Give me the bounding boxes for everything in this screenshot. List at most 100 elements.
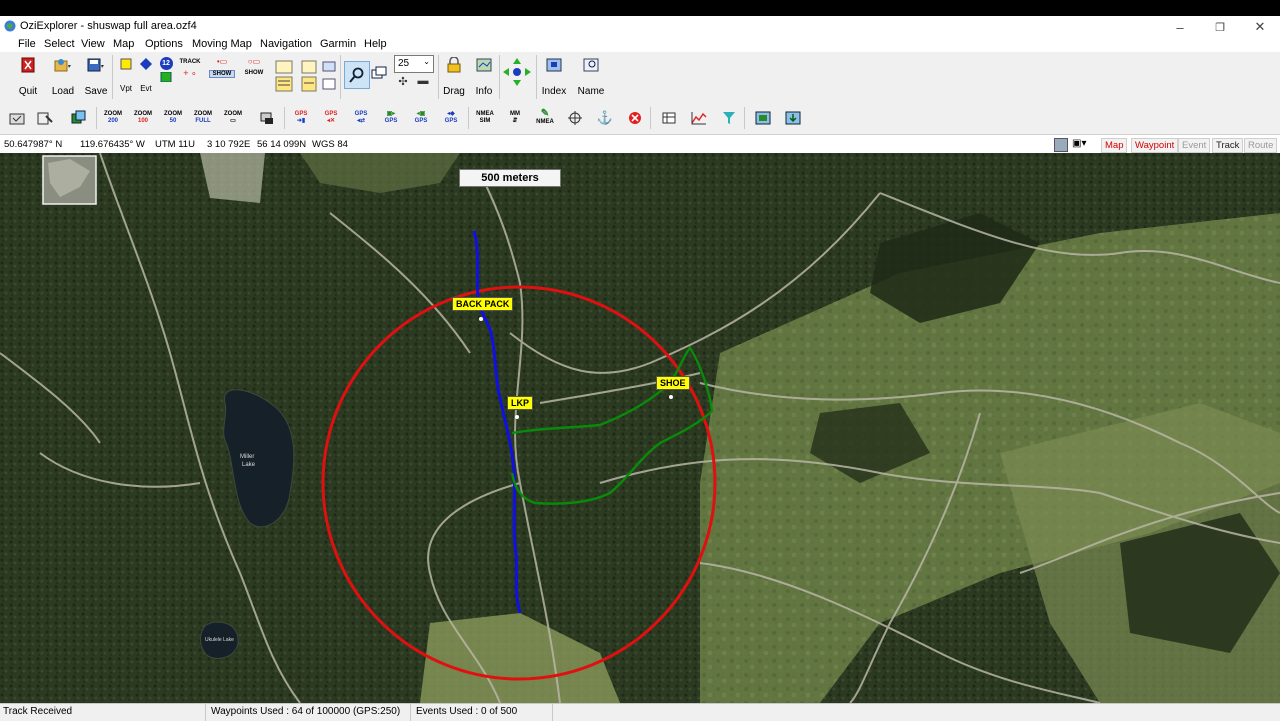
waypoint-label-shoe[interactable]: SHOE: [656, 376, 690, 390]
gps-label: GPS: [384, 118, 398, 124]
route-arrow-icon: ◂⇄: [356, 118, 366, 124]
map-grid-button[interactable]: [272, 57, 296, 97]
waypoints-used: Waypoints Used : 64 of 100000 (GPS:250): [211, 706, 401, 717]
menu-options[interactable]: Options: [145, 38, 183, 50]
ozi-window: OziExplorer - shuswap full area.ozf4 – ❐…: [0, 16, 1280, 721]
toolbar-separator: [536, 55, 537, 99]
show2-button[interactable]: ○▭ SHOW: [240, 55, 268, 99]
gps-route-button[interactable]: GPS ◂⇄: [350, 108, 372, 128]
app-globe-icon: [4, 20, 16, 32]
menu-moving-map[interactable]: Moving Map: [192, 38, 252, 50]
zoom-full-label-1: ZOOM: [194, 111, 212, 117]
menu-view[interactable]: View: [81, 38, 105, 50]
gps-waypoint-upload-button[interactable]: GPS ➜▮: [290, 108, 312, 128]
track-down-icon: ◂▣: [416, 111, 426, 117]
quit-door-icon: [21, 57, 35, 73]
load-button[interactable]: Load: [48, 55, 78, 99]
menu-navigation[interactable]: Navigation: [260, 38, 312, 50]
vpt-button[interactable]: Vpt: [116, 55, 136, 99]
map-list-button[interactable]: [298, 57, 320, 97]
menu-map[interactable]: Map: [113, 38, 134, 50]
nmea-label: NMEA: [536, 119, 554, 125]
name-search-icon: [583, 58, 599, 72]
gps-waypoint-download-button[interactable]: GPS ◂✕: [320, 108, 342, 128]
show-button[interactable]: •▭ SHOW: [208, 55, 236, 99]
menu-garmin[interactable]: Garmin: [320, 38, 356, 50]
map-picture-button[interactable]: [1054, 138, 1068, 152]
track-button[interactable]: TRACK + ∘: [177, 55, 203, 99]
mode-waypoint-button[interactable]: Waypoint: [1131, 138, 1179, 153]
maximize-button[interactable]: ❐: [1200, 16, 1240, 38]
zoom-100-button[interactable]: ZOOM 100: [132, 108, 154, 128]
gps-track-download-button[interactable]: ◂▣ GPS: [410, 108, 432, 128]
toolbar-separator: [340, 55, 341, 99]
gps-event-button[interactable]: ◂◆ GPS: [440, 108, 462, 128]
center-button[interactable]: [564, 108, 586, 128]
info-button[interactable]: Info: [471, 55, 497, 99]
waypoint-label-backpack[interactable]: BACK PACK: [452, 297, 514, 311]
zoom-50-label-2: 50: [169, 118, 177, 124]
window-overlay-button[interactable]: [370, 63, 388, 85]
name-button[interactable]: Name: [577, 55, 605, 99]
zoom-200-button[interactable]: ZOOM 200: [102, 108, 124, 128]
waypoint-label-lkp[interactable]: LKP: [507, 396, 533, 410]
print-button[interactable]: [256, 108, 278, 128]
toolbar-separator: [650, 107, 651, 129]
map-check-button[interactable]: [6, 108, 28, 128]
mode-route-button[interactable]: Route: [1244, 138, 1278, 153]
title-bar: OziExplorer - shuswap full area.ozf4 – ❐…: [0, 16, 1280, 38]
nmea-pen-button[interactable]: ✎ NMEA: [534, 108, 556, 128]
name-label: Name: [577, 86, 605, 97]
zoom-full-button[interactable]: ZOOM FULL: [192, 108, 214, 128]
zoom-200-label-2: 200: [107, 118, 118, 124]
status-bar: Track Received Waypoints Used : 64 of 10…: [0, 703, 1280, 721]
menu-file[interactable]: File: [18, 38, 36, 50]
zoom-out-button[interactable]: ▬: [416, 75, 430, 89]
track-select-button[interactable]: 12: [157, 55, 175, 99]
save-button[interactable]: Save: [81, 55, 111, 99]
zoom-200-label-1: ZOOM: [104, 111, 122, 117]
move-map-button[interactable]: [68, 108, 90, 128]
route-dots-icon: •▭: [216, 57, 228, 66]
toolbar-separator: [284, 107, 285, 129]
mode-map-button[interactable]: Map: [1101, 138, 1128, 153]
zoom-select[interactable]: 25 ⌄: [394, 55, 434, 73]
minimize-button[interactable]: –: [1160, 16, 1200, 38]
evt-button[interactable]: Evt: [137, 55, 155, 99]
pan-arrows-button[interactable]: [502, 57, 532, 87]
drag-button[interactable]: Drag: [441, 55, 467, 99]
zoom-button[interactable]: ZOOM ▭: [222, 108, 244, 128]
print-toggle-button[interactable]: ▣▾: [1072, 138, 1094, 150]
stop-button[interactable]: [624, 108, 646, 128]
map-canvas[interactable]: Miller Lake Ukulele Lake 500 meters BACK…: [0, 153, 1280, 703]
mode-event-button[interactable]: Event: [1178, 138, 1211, 153]
mode-track-button[interactable]: Track: [1212, 138, 1244, 153]
zoom-50-label-1: ZOOM: [164, 111, 182, 117]
toolbar-separator: [468, 107, 469, 129]
track-up-icon: ▣▸: [386, 111, 396, 117]
menu-select[interactable]: Select: [44, 38, 75, 50]
index-button[interactable]: Index: [540, 55, 568, 99]
elevation-table-button[interactable]: [658, 108, 680, 128]
map-overview-button[interactable]: [320, 57, 338, 97]
show2-label: SHOW: [244, 70, 264, 76]
gps-label: GPS: [324, 111, 338, 117]
quit-button[interactable]: Quit: [14, 55, 42, 99]
elevation-graph-button[interactable]: [688, 108, 710, 128]
track-number-badge: 12: [159, 57, 173, 70]
zoom-50-button[interactable]: ZOOM 50: [162, 108, 184, 128]
find-map-button[interactable]: [34, 108, 56, 128]
menu-help[interactable]: Help: [364, 38, 387, 50]
close-button[interactable]: ✕: [1240, 16, 1280, 38]
filter-button[interactable]: [718, 108, 740, 128]
red-circle-icon: ○▭: [247, 57, 261, 66]
gps-track-upload-button[interactable]: ▣▸ GPS: [380, 108, 402, 128]
moving-map-button[interactable]: MM ⇵: [504, 108, 526, 128]
map-download-button[interactable]: [782, 108, 804, 128]
easting-readout: 3 10 792E: [207, 139, 251, 150]
magnifier-button[interactable]: [344, 61, 370, 89]
nmea-sim-button[interactable]: NMEA SIM: [474, 108, 496, 128]
map-window-button[interactable]: [752, 108, 774, 128]
zoom-in-button[interactable]: ✣: [396, 75, 410, 89]
anchor-button[interactable]: ⚓: [594, 108, 616, 128]
